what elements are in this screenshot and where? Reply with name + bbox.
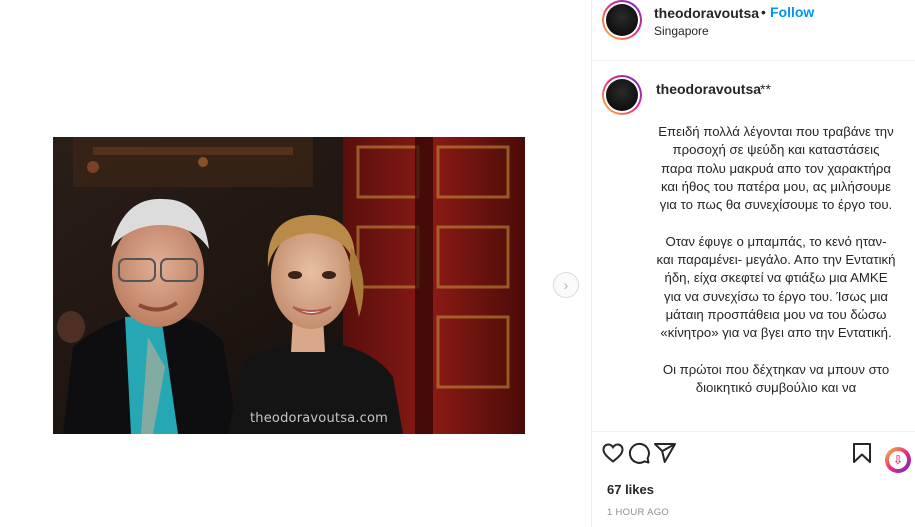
- caption-paragraph: Επειδή πολλά λέγονται που τραβάνε την πρ…: [658, 124, 894, 213]
- post-sidebar: theodoravoutsa • Follow Singapore theodo…: [591, 0, 915, 527]
- post-timestamp[interactable]: 1 HOUR AGO: [607, 507, 669, 518]
- caption-suffix: **: [760, 81, 771, 97]
- photo-watermark: theodoravoutsa.com: [250, 411, 389, 426]
- author-avatar[interactable]: [602, 0, 642, 40]
- follow-button[interactable]: Follow: [770, 4, 814, 20]
- media-pane: theodoravoutsa.com ›: [0, 0, 591, 527]
- author-username[interactable]: theodoravoutsa: [654, 5, 759, 21]
- download-icon[interactable]: ⇩: [885, 447, 911, 473]
- caption-paragraph: Οταν έφυγε ο μπαμπάς, το κενό ηταν- και …: [656, 233, 896, 341]
- post-header: theodoravoutsa • Follow Singapore: [592, 0, 915, 61]
- chevron-right-icon: ›: [563, 277, 569, 293]
- action-bar: [592, 431, 915, 475]
- caption-paragraph: Οι πρώτοι που δέχτηκαν να μπουν στο διοι…: [662, 361, 890, 396]
- caption-username[interactable]: theodoravoutsa: [656, 81, 761, 97]
- likes-count[interactable]: 67 likes: [607, 482, 654, 497]
- photo-illustration: [53, 137, 525, 434]
- comments-area[interactable]: theodoravoutsa ** Επειδή πολλά λέγονται …: [592, 61, 915, 431]
- caption-avatar[interactable]: [602, 75, 642, 115]
- next-photo-button[interactable]: ›: [553, 272, 579, 298]
- post-photo[interactable]: theodoravoutsa.com: [53, 137, 525, 434]
- caption-text: Επειδή πολλά λέγονται που τραβάνε την πρ…: [656, 123, 896, 416]
- bookmark-icon[interactable]: [850, 441, 874, 465]
- comment-icon[interactable]: [627, 441, 651, 465]
- send-icon[interactable]: [653, 441, 677, 465]
- follow-separator: •: [761, 4, 766, 20]
- post-location[interactable]: Singapore: [654, 24, 709, 38]
- heart-icon[interactable]: [601, 441, 625, 465]
